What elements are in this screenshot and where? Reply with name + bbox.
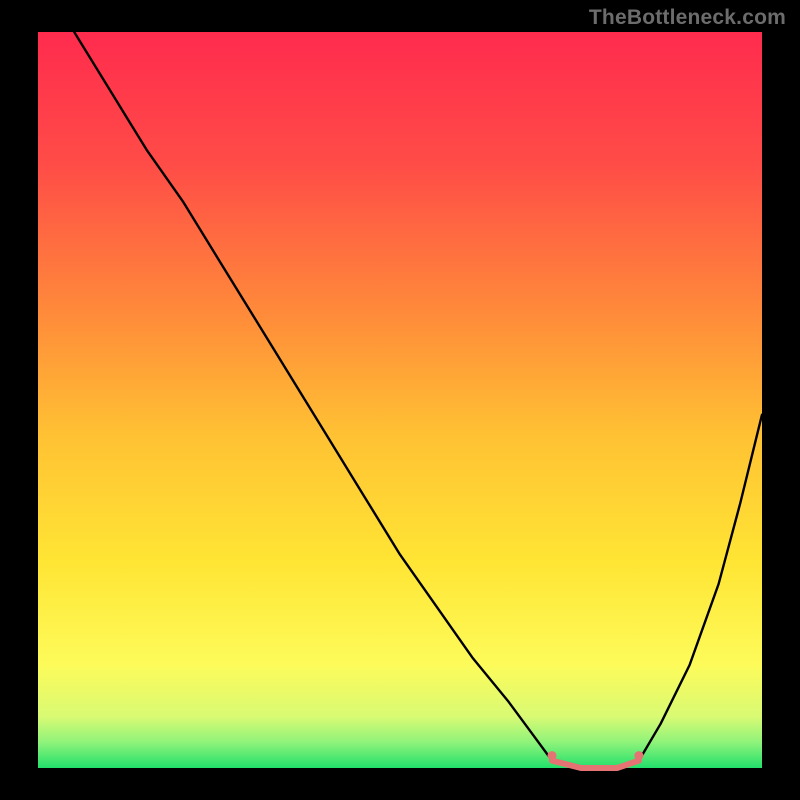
highlight-dot-left (548, 751, 557, 760)
plot-background (38, 32, 762, 768)
bottleneck-curve-chart (0, 0, 800, 800)
chart-frame: TheBottleneck.com (0, 0, 800, 800)
highlight-dot-right (634, 751, 643, 760)
